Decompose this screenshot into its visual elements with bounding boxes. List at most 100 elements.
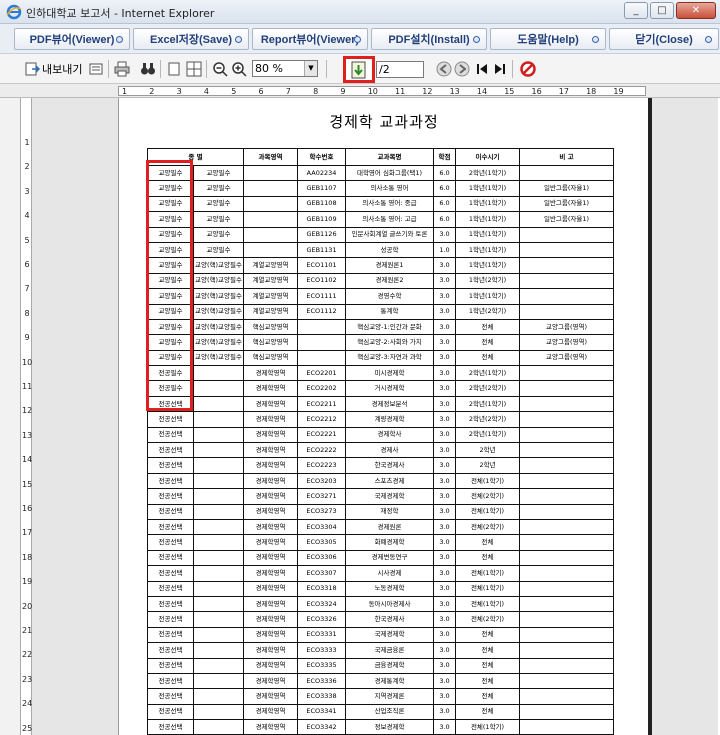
table-cell: 경제학영역 xyxy=(243,365,299,382)
table-cell: 경제학사 xyxy=(345,426,435,444)
zoom-out-button[interactable] xyxy=(212,60,228,78)
window-title-bar: 인하대학교 보고서 - Internet Explorer _ □ ✕ xyxy=(0,0,720,24)
stop-icon[interactable] xyxy=(520,61,536,77)
table-cell: 전체 xyxy=(455,549,521,567)
table-row: 교양필수 교양(핵)교양필수 핵심교양영역 핵심교양-2:사회와 가치 3.0 전체 교양그… xyxy=(147,334,615,351)
table-cell: 전공선택 xyxy=(147,719,194,735)
table-cell: 지역경제론 xyxy=(345,688,435,705)
table-cell: ECO3203 xyxy=(297,472,347,490)
table-cell: 경제학영역 xyxy=(243,626,299,644)
table-row: 교양필수 교양(핵)교양필수 계열교양영역 ECO1112 통계학 3.0 1학년(2학기) xyxy=(147,303,615,320)
table-cell xyxy=(192,672,245,690)
export-label: 내보내기 xyxy=(42,63,83,76)
table-row: 전공선택 경제학영역 ECO3331 국제경제학 3.0 전체 xyxy=(147,626,615,644)
ruler-number: 5 xyxy=(231,87,237,96)
save-page-button[interactable] xyxy=(343,56,375,83)
last-page-icon[interactable] xyxy=(493,61,507,77)
table-cell: 전공선택 xyxy=(147,703,194,721)
table-cell: 3.0 xyxy=(433,457,457,474)
table-cell: 경제학영역 xyxy=(243,642,299,659)
table-row: 교양필수 교양(핵)교양필수 핵심교양영역 핵심교양-1:인간과 문화 3.0 전체 교양그… xyxy=(147,318,615,336)
table-cell: 경제학영역 xyxy=(243,549,299,567)
next-page-icon[interactable] xyxy=(454,61,470,77)
table-cell xyxy=(192,703,245,721)
table-cell: 전공선택 xyxy=(147,595,194,613)
table-cell: 계열교양영역 xyxy=(243,272,299,290)
table-cell: 일반그룹(자율1) xyxy=(519,195,615,213)
single-page-button[interactable] xyxy=(166,60,182,78)
table-cell: 전공선택 xyxy=(147,672,194,690)
ruler-number: 2 xyxy=(24,162,30,172)
table-cell: ECO3307 xyxy=(297,565,347,582)
zoom-select[interactable]: 80 % ▼ xyxy=(252,60,318,77)
table-cell: 교양필수 xyxy=(192,180,245,197)
table-cell xyxy=(519,657,615,674)
previous-page-icon[interactable] xyxy=(436,61,452,77)
table-cell: 전공선택 xyxy=(147,472,194,490)
table-cell: ECO1101 xyxy=(297,257,347,274)
table-cell xyxy=(519,426,615,444)
table-row: 교양필수 교양(핵)교양필수 계열교양영역 ECO1102 경제원론2 3.0 1학년(2학… xyxy=(147,272,615,290)
vertical-ruler: 1 2 3 4 5 6 7 8 9 10 11 12 13 14 15 16 17 18 19 20 21 22 23 24 2… xyxy=(20,98,32,735)
table-cell: 3.0 xyxy=(433,595,457,613)
table-cell: 계량경제학 xyxy=(345,411,435,428)
table-row: 교양필수 교양필수 GEB1107 의사소통 영어 6.0 1학년(1학기) 일반그룹(자율… xyxy=(147,180,615,197)
table-cell: 국제경제학 xyxy=(345,626,435,644)
table-cell: 3.0 xyxy=(433,549,457,567)
table-cell: 1학년(1학기) xyxy=(455,195,521,213)
maximize-button[interactable]: □ xyxy=(650,2,674,19)
close-window-button[interactable]: ✕ xyxy=(676,2,716,19)
minimize-button[interactable]: _ xyxy=(624,2,648,19)
table-cell: 전공선택 xyxy=(147,657,194,674)
table-cell: 교양필수 xyxy=(147,180,194,197)
table-cell: ECO3335 xyxy=(297,657,347,674)
table-cell: 경제학영역 xyxy=(243,657,299,674)
table-cell: 1학년(1학기) xyxy=(455,257,521,274)
column-header: 학점 xyxy=(433,148,457,166)
page-number-input[interactable]: /2 xyxy=(376,61,424,78)
page-setup-button[interactable] xyxy=(88,60,104,78)
tab-help[interactable]: 도움말(Help) xyxy=(490,28,606,50)
table-row: 전공선택 경제학영역 ECO3335 금융경제학 3.0 전체 xyxy=(147,657,615,674)
table-cell xyxy=(519,503,615,520)
table-cell: 경제원론1 xyxy=(345,257,435,274)
table-cell: 3.0 xyxy=(433,642,457,659)
page-setup-icon xyxy=(89,63,103,75)
table-cell: 전공선택 xyxy=(147,611,194,628)
table-cell: 전공선택 xyxy=(147,503,194,520)
table-cell xyxy=(519,164,615,182)
tab-close[interactable]: 닫기(Close) xyxy=(609,28,719,50)
table-cell: 경제변동연구 xyxy=(345,549,435,567)
table-cell: 성공학 xyxy=(345,241,435,259)
multi-page-button[interactable] xyxy=(186,60,202,78)
toolbar-separator xyxy=(160,60,161,78)
table-cell: 전체(2학기) xyxy=(455,488,521,505)
table-cell: 전공선택 xyxy=(147,395,194,413)
table-cell xyxy=(192,549,245,567)
table-cell: 3.0 xyxy=(433,580,457,597)
column-header: 교과목명 xyxy=(345,148,435,166)
table-cell: 3.0 xyxy=(433,442,457,459)
bullet-icon xyxy=(116,36,123,43)
table-row: 전공선택 경제학영역 ECO2223 한국경제사 3.0 2학년 xyxy=(147,457,615,474)
tab-pdf-install[interactable]: PDF설치(Install) xyxy=(371,28,487,50)
tab-report-viewer[interactable]: Report뷰어(Viewer) xyxy=(252,28,368,50)
print-button[interactable] xyxy=(114,60,130,78)
document-title: 경제학 교과과정 xyxy=(329,113,439,131)
table-cell: 6.0 xyxy=(433,211,457,228)
table-cell: 전공선택 xyxy=(147,642,194,659)
table-cell: 3.0 xyxy=(433,657,457,674)
first-page-icon[interactable] xyxy=(475,61,489,77)
table-cell: ECO2202 xyxy=(297,380,347,397)
table-cell: 교양필수 xyxy=(147,257,194,274)
table-cell: 교양필수 xyxy=(192,226,245,243)
table-cell xyxy=(519,257,615,274)
zoom-in-button[interactable] xyxy=(231,60,247,78)
find-button[interactable] xyxy=(140,60,156,78)
tab-excel-save[interactable]: Excel저장(Save) xyxy=(133,28,249,50)
table-cell: 경제학영역 xyxy=(243,580,299,597)
table-row: 교양필수 교양(핵)교양필수 계열교양영역 ECO1101 경제원론1 3.0 1학년(1학… xyxy=(147,257,615,274)
export-button[interactable]: 내보내기 xyxy=(24,60,82,78)
table-cell: ECO3304 xyxy=(297,518,347,536)
tab-pdf-viewer[interactable]: PDF뷰어(Viewer) xyxy=(14,28,130,50)
